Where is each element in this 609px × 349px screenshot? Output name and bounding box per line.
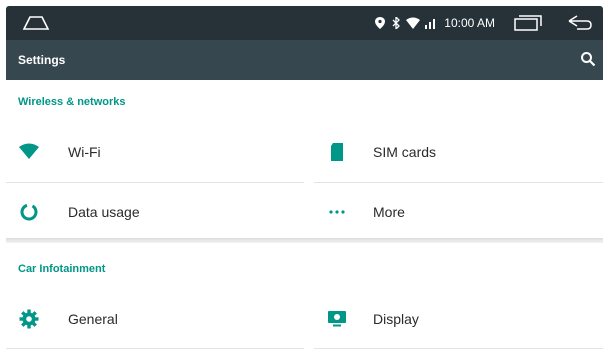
gear-icon bbox=[18, 308, 40, 330]
setting-sim-cards[interactable]: SIM cards bbox=[314, 123, 603, 181]
location-icon bbox=[375, 17, 386, 29]
app-toolbar: Settings bbox=[6, 40, 603, 80]
data-usage-icon bbox=[18, 201, 40, 223]
display-icon bbox=[326, 308, 348, 330]
setting-more[interactable]: More bbox=[314, 183, 603, 241]
cell-signal-icon bbox=[424, 17, 438, 29]
section-header-wireless: Wireless & networks bbox=[18, 96, 126, 108]
setting-general[interactable]: General bbox=[6, 290, 304, 348]
setting-label: More bbox=[373, 204, 405, 220]
wifi-signal-icon bbox=[406, 17, 421, 29]
setting-label: Display bbox=[373, 311, 419, 327]
setting-wifi[interactable]: Wi-Fi bbox=[6, 123, 304, 181]
bluetooth-icon bbox=[391, 17, 401, 29]
section-header-car-infotainment: Car Infotainment bbox=[18, 263, 106, 275]
status-bar: 10:00 AM bbox=[6, 6, 603, 40]
setting-display[interactable]: Display bbox=[314, 290, 603, 348]
setting-data-usage[interactable]: Data usage bbox=[6, 183, 304, 241]
setting-label: SIM cards bbox=[373, 144, 437, 160]
wifi-icon bbox=[18, 141, 40, 163]
recents-icon[interactable] bbox=[513, 15, 543, 31]
settings-list: Wireless & networks Wi-Fi SIM cards Data… bbox=[6, 80, 603, 349]
home-icon[interactable] bbox=[20, 11, 52, 38]
setting-label: Wi-Fi bbox=[68, 144, 101, 160]
more-dots-icon bbox=[326, 201, 348, 223]
setting-label: Data usage bbox=[68, 204, 140, 220]
page-title: Settings bbox=[18, 53, 66, 67]
setting-label: General bbox=[68, 311, 118, 327]
sim-card-icon bbox=[326, 141, 348, 163]
section-separator bbox=[6, 238, 603, 243]
search-icon[interactable] bbox=[580, 51, 596, 72]
back-icon[interactable] bbox=[567, 15, 593, 31]
clock: 10:00 AM bbox=[444, 16, 495, 30]
